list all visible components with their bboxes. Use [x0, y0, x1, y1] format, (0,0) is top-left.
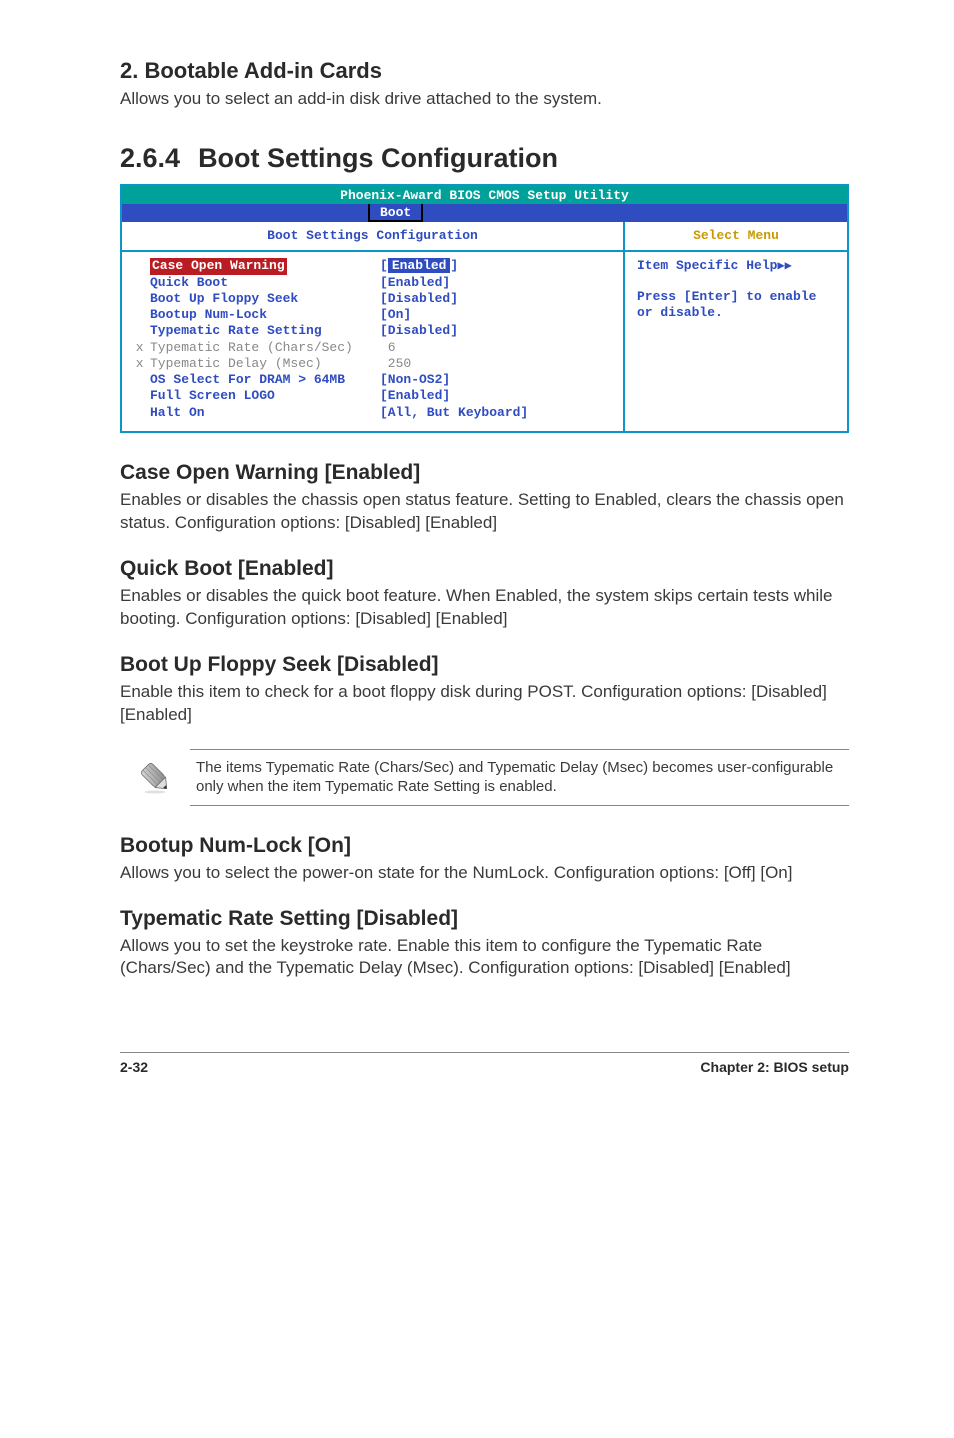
- bios-row: Boot Up Floppy Seek[Disabled]: [128, 291, 619, 307]
- note-icon-wrap: [120, 749, 190, 806]
- bios-help-panel: Item Specific Help▶▶ Press [Enter] to en…: [623, 252, 847, 431]
- bios-row: Case Open Warning[Enabled]: [128, 258, 619, 274]
- bios-row-marker: [128, 291, 150, 307]
- bios-tab-boot: Boot: [368, 204, 423, 222]
- section-2-title: 2. Bootable Add-in Cards: [120, 58, 849, 84]
- bios-row-value: [Disabled]: [380, 291, 619, 307]
- note-box: The items Typematic Rate (Chars/Sec) and…: [120, 749, 849, 806]
- bios-row-marker: [128, 388, 150, 404]
- bios-row-value: 250: [380, 356, 619, 372]
- section-2-text: Allows you to select an add-in disk driv…: [120, 88, 849, 111]
- bios-title: Phoenix-Award BIOS CMOS Setup Utility: [122, 186, 847, 204]
- bios-row-value: [Non-OS2]: [380, 372, 619, 388]
- bios-row-label: Case Open Warning: [150, 258, 380, 274]
- bios-help-title: Item Specific Help: [637, 258, 777, 273]
- page-footer: 2-32 Chapter 2: BIOS setup: [120, 1052, 849, 1075]
- numlock-text: Allows you to select the power-on state …: [120, 862, 849, 885]
- bios-row: Bootup Num-Lock[On]: [128, 307, 619, 323]
- bios-row: x Typematic Rate (Chars/Sec) 6: [128, 340, 619, 356]
- bios-row: x Typematic Delay (Msec) 250: [128, 356, 619, 372]
- bios-row-marker: [128, 372, 150, 388]
- bios-row-label: OS Select For DRAM > 64MB: [150, 372, 380, 388]
- bios-row-value: [Enabled]: [380, 275, 619, 291]
- bios-row-value: 6: [380, 340, 619, 356]
- bios-row-marker: [128, 258, 150, 274]
- bios-row-value: [All, But Keyboard]: [380, 405, 619, 421]
- bios-row-value: [Enabled]: [380, 388, 619, 404]
- bios-row-marker: [128, 275, 150, 291]
- bios-row-label: Boot Up Floppy Seek: [150, 291, 380, 307]
- bios-row-value: [Enabled]: [380, 258, 619, 274]
- case-open-text: Enables or disables the chassis open sta…: [120, 489, 849, 535]
- bios-row: Full Screen LOGO[Enabled]: [128, 388, 619, 404]
- floppy-seek-title: Boot Up Floppy Seek [Disabled]: [120, 653, 849, 677]
- bios-row-value: [Disabled]: [380, 323, 619, 339]
- note-text: The items Typematic Rate (Chars/Sec) and…: [190, 749, 849, 806]
- bios-row-marker: x: [128, 340, 150, 356]
- pencil-icon: [137, 759, 173, 795]
- typematic-title: Typematic Rate Setting [Disabled]: [120, 907, 849, 931]
- typematic-text: Allows you to set the keystroke rate. En…: [120, 935, 849, 981]
- quick-boot-title: Quick Boot [Enabled]: [120, 557, 849, 581]
- bios-help-arrows-icon: ▶▶: [777, 259, 791, 273]
- bios-settings-list: Case Open Warning[Enabled] Quick Boot[En…: [122, 252, 623, 431]
- bios-row-label: Typematic Rate (Chars/Sec): [150, 340, 380, 356]
- bios-row: Halt On[All, But Keyboard]: [128, 405, 619, 421]
- footer-chapter: Chapter 2: BIOS setup: [700, 1059, 849, 1075]
- section-264-heading: 2.6.4 Boot Settings Configuration: [120, 143, 849, 174]
- bios-row-label: Full Screen LOGO: [150, 388, 380, 404]
- bios-row-marker: [128, 323, 150, 339]
- bios-row-label: Typematic Rate Setting: [150, 323, 380, 339]
- bios-row: OS Select For DRAM > 64MB[Non-OS2]: [128, 372, 619, 388]
- section-264-number: 2.6.4: [120, 143, 180, 173]
- bios-row-marker: [128, 307, 150, 323]
- bios-row-marker: [128, 405, 150, 421]
- case-open-title: Case Open Warning [Enabled]: [120, 461, 849, 485]
- quick-boot-text: Enables or disables the quick boot featu…: [120, 585, 849, 631]
- bios-row-marker: x: [128, 356, 150, 372]
- bios-row-label: Quick Boot: [150, 275, 380, 291]
- bios-row-label: Bootup Num-Lock: [150, 307, 380, 323]
- bios-row-label: Typematic Delay (Msec): [150, 356, 380, 372]
- numlock-title: Bootup Num-Lock [On]: [120, 834, 849, 858]
- footer-page-number: 2-32: [120, 1059, 148, 1075]
- bios-row: Quick Boot[Enabled]: [128, 275, 619, 291]
- bios-help-text: Press [Enter] to enable or disable.: [637, 289, 839, 322]
- bios-tab-row: Boot: [122, 204, 847, 222]
- bios-select-menu: Select Menu: [623, 222, 847, 252]
- floppy-seek-text: Enable this item to check for a boot flo…: [120, 681, 849, 727]
- bios-subtitle: Boot Settings Configuration: [122, 222, 623, 252]
- bios-row: Typematic Rate Setting[Disabled]: [128, 323, 619, 339]
- bios-panel: Phoenix-Award BIOS CMOS Setup Utility Bo…: [120, 184, 849, 433]
- bios-row-label: Halt On: [150, 405, 380, 421]
- bios-row-value: [On]: [380, 307, 619, 323]
- section-264-title: Boot Settings Configuration: [198, 143, 558, 173]
